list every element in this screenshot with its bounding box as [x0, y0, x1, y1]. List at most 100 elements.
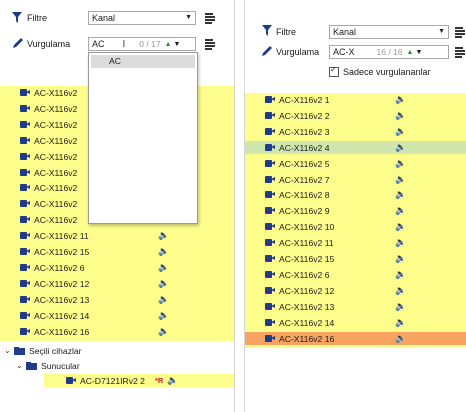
device-row[interactable]: AC-X116v2 13 🔈 [0, 293, 234, 306]
speaker-icon: 🔈 [158, 246, 170, 256]
next-match-icon[interactable]: ▲ [165, 41, 172, 48]
chevron-down-icon[interactable]: ▼ [185, 12, 192, 24]
device-row[interactable]: AC-X116v2 12 🔈 [245, 284, 466, 297]
device-row[interactable]: AC-X116v2 2 🔈 [245, 109, 466, 122]
recording-badge: *R [154, 376, 164, 385]
prev-match-icon[interactable]: ▼ [174, 41, 181, 48]
speaker-icon: 🔈 [158, 310, 170, 320]
highlight-count: 16 / 16 [376, 47, 403, 57]
speaker-icon: 🔈 [158, 326, 170, 336]
device-row[interactable]: AC-X116v2 16 🔈 [0, 325, 234, 338]
chevron-down-icon[interactable]: ⌄ [4, 346, 14, 355]
camera-icon [265, 144, 275, 151]
tree-subgroup-label: Sunucular [41, 360, 80, 371]
device-name: AC-X116v2 2 [279, 110, 330, 121]
device-row[interactable]: AC-X116v2 6 🔈 [245, 268, 466, 281]
tree-device-name: AC-D7121IRv2 2 [80, 375, 145, 386]
speaker-icon: 🔈 [395, 110, 407, 120]
device-name: AC-X116v2 [34, 151, 78, 162]
camera-icon [20, 248, 30, 255]
pen-icon [262, 46, 272, 56]
camera-icon [265, 335, 275, 342]
speaker-icon: 🔈 [167, 375, 179, 385]
highlight-label: Vurgulama [27, 39, 71, 49]
device-row[interactable]: AC-X116v2 4 🔈 [245, 141, 466, 154]
camera-icon [265, 239, 275, 246]
highlight-input-text: AC [92, 39, 105, 49]
camera-icon [20, 89, 30, 96]
only-highlighted-checkbox[interactable] [329, 65, 339, 77]
device-row[interactable]: AC-X116v2 15 🔈 [0, 245, 234, 258]
list-menu-icon[interactable] [455, 27, 465, 38]
dropdown-option-ac[interactable]: AC [91, 55, 195, 68]
device-name: AC-X116v2 6 [279, 269, 330, 280]
highlight-input-text: AC-X [333, 47, 355, 57]
chevron-down-icon[interactable]: ▼ [438, 26, 445, 38]
highlight-input[interactable]: AC-X 16 / 16 ▲ ▼ [329, 45, 449, 59]
speaker-icon: 🔈 [395, 94, 407, 104]
camera-icon [20, 296, 30, 303]
speaker-icon: 🔈 [395, 126, 407, 136]
device-row[interactable]: AC-X116v2 15 🔈 [245, 252, 466, 265]
tree-group-selected-devices[interactable]: ⌄ Seçili cihazlar [0, 344, 234, 357]
device-row[interactable]: AC-X116v2 11 🔈 [0, 229, 234, 242]
device-name: AC-X116v2 10 [279, 221, 335, 232]
speaker-icon: 🔈 [395, 205, 407, 215]
tree-device-row[interactable]: AC-D7121IRv2 2 *R 🔈 [44, 374, 234, 387]
camera-icon [20, 137, 30, 144]
filter-value: Kanal [333, 27, 357, 37]
speaker-icon: 🔈 [395, 174, 407, 184]
device-row[interactable]: AC-X116v2 7 🔈 [245, 173, 466, 186]
device-name: AC-X116v2 14 [34, 310, 90, 321]
camera-icon [20, 153, 30, 160]
tree-subgroup-servers[interactable]: ⌄ Sunucular [0, 359, 234, 372]
device-row[interactable]: AC-X116v2 12 🔈 [0, 277, 234, 290]
device-name: AC-X116v2 13 [34, 294, 90, 305]
pen-icon [13, 38, 23, 48]
camera-icon [265, 96, 275, 103]
speaker-icon: 🔈 [158, 294, 170, 304]
device-name: AC-X116v2 [34, 135, 78, 146]
device-row[interactable]: AC-X116v2 10 🔈 [245, 220, 466, 233]
highlight-input[interactable]: AC I 0 / 17 ▲ ▼ [88, 37, 196, 51]
list-menu-icon[interactable] [455, 47, 465, 58]
device-name: AC-X116v2 1 [279, 94, 330, 105]
speaker-icon: 🔈 [395, 237, 407, 247]
device-row[interactable]: AC-X116v2 8 🔈 [245, 188, 466, 201]
device-row[interactable]: AC-X116v2 11 🔈 [245, 236, 466, 249]
camera-icon [265, 128, 275, 135]
device-name: AC-X116v2 15 [279, 253, 335, 264]
device-name: AC-X116v2 8 [279, 189, 330, 200]
device-row[interactable]: AC-X116v2 1 🔈 [245, 93, 466, 106]
prev-match-icon[interactable]: ▼ [415, 49, 422, 56]
camera-icon [20, 200, 30, 207]
device-row[interactable]: AC-X116v2 14 🔈 [0, 309, 234, 322]
speaker-icon: 🔈 [395, 253, 407, 263]
speaker-icon: 🔈 [395, 333, 407, 343]
speaker-icon: 🔈 [395, 189, 407, 199]
list-menu-icon[interactable] [205, 13, 215, 24]
filter-combo[interactable]: Kanal ▼ [329, 25, 449, 39]
next-match-icon[interactable]: ▲ [407, 49, 414, 56]
camera-icon [20, 232, 30, 239]
filter-combo[interactable]: Kanal ▼ [88, 11, 196, 25]
device-name: AC-X116v2 6 [34, 262, 85, 273]
device-row[interactable]: AC-X116v2 6 🔈 [0, 261, 234, 274]
list-menu-icon[interactable] [205, 39, 215, 50]
device-row[interactable]: AC-X116v2 16 🔈 [245, 332, 466, 345]
only-highlighted-checkbox-row[interactable]: Sadece vurgulananlar [329, 65, 431, 77]
device-name: AC-X116v2 12 [34, 278, 90, 289]
highlight-label: Vurgulama [276, 47, 320, 57]
device-row[interactable]: AC-X116v2 3 🔈 [245, 125, 466, 138]
chevron-down-icon[interactable]: ⌄ [16, 361, 26, 370]
device-name: AC-X116v2 3 [279, 126, 330, 137]
device-name: AC-X116v2 5 [279, 158, 330, 169]
device-row[interactable]: AC-X116v2 5 🔈 [245, 157, 466, 170]
device-row[interactable]: AC-X116v2 14 🔈 [245, 316, 466, 329]
camera-icon [20, 184, 30, 191]
device-row[interactable]: AC-X116v2 13 🔈 [245, 300, 466, 313]
speaker-icon: 🔈 [395, 269, 407, 279]
device-row[interactable]: AC-X116v2 9 🔈 [245, 204, 466, 217]
device-name: AC-X116v2 [34, 119, 78, 130]
camera-icon [265, 207, 275, 214]
